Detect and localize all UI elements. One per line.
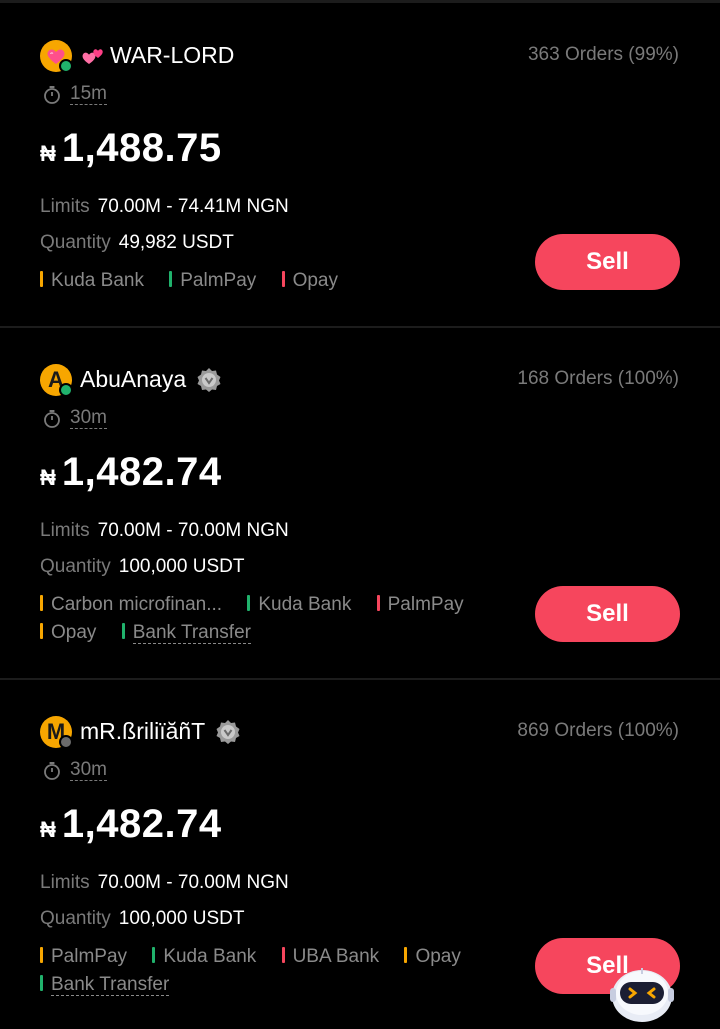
online-status-dot	[59, 59, 73, 73]
avatar[interactable]	[40, 40, 73, 73]
quantity-label: Quantity	[40, 232, 111, 253]
payment-methods: PalmPay Kuda Bank UBA Bank Opay Bank Tra…	[40, 943, 520, 999]
payment-method: PalmPay	[169, 267, 256, 295]
time-limit-value: 30m	[70, 759, 107, 781]
quantity-label: Quantity	[40, 556, 111, 577]
quantity-value: 100,000 USDT	[118, 908, 245, 929]
hearts-emoji-icon	[80, 45, 106, 67]
price: ₦ 1,482.74	[40, 802, 222, 847]
payment-time-limit: 30m	[42, 408, 107, 429]
payment-method: UBA Bank	[281, 943, 379, 971]
avatar[interactable]: M	[40, 716, 73, 749]
time-limit-value: 15m	[70, 83, 107, 105]
currency-symbol: ₦	[40, 817, 56, 842]
offer-card[interactable]: A AbuAnaya 168 Orders (100%) 30m ₦ 1,482…	[0, 328, 720, 678]
merchant-name[interactable]: WAR-LORD	[80, 42, 234, 69]
payment-method: PalmPay	[376, 591, 464, 619]
online-status-dot	[59, 383, 73, 397]
time-limit-value: 30m	[70, 407, 107, 429]
limits-label: Limits	[40, 520, 90, 541]
payment-time-limit: 15m	[42, 84, 107, 105]
payment-method: Opay	[404, 943, 461, 971]
payment-method: Kuda Bank	[152, 943, 256, 971]
limits-value: 70.00M - 74.41M NGN	[97, 196, 289, 217]
payment-methods: Kuda Bank PalmPay Opay	[40, 267, 520, 295]
price-value: 1,482.74	[61, 450, 222, 494]
price-value: 1,488.75	[61, 126, 222, 170]
price-value: 1,482.74	[61, 802, 222, 846]
assistant-bot-icon[interactable]	[608, 960, 676, 1024]
limits-label: Limits	[40, 196, 90, 217]
order-stats: 363 Orders (99%)	[527, 44, 679, 65]
quantity-row: Quantity 49,982 USDT	[40, 232, 234, 254]
payment-methods: Carbon microfinan... Kuda Bank PalmPay O…	[40, 591, 520, 647]
limits-row: Limits 70.00M - 74.41M NGN	[40, 196, 289, 218]
quantity-row: Quantity 100,000 USDT	[40, 908, 244, 930]
stopwatch-icon	[44, 85, 60, 104]
payment-method: Opay	[281, 267, 338, 295]
price: ₦ 1,482.74	[40, 450, 222, 495]
limits-row: Limits 70.00M - 70.00M NGN	[40, 520, 289, 542]
limits-label: Limits	[40, 872, 90, 893]
sell-button[interactable]: Sell	[535, 586, 680, 642]
limits-row: Limits 70.00M - 70.00M NGN	[40, 872, 289, 894]
limits-value: 70.00M - 70.00M NGN	[97, 872, 289, 893]
limits-value: 70.00M - 70.00M NGN	[97, 520, 289, 541]
merchant-name-text: mR.ßriliïăñT	[80, 718, 206, 744]
merchant-name[interactable]: AbuAnaya	[80, 366, 222, 393]
payment-method-link[interactable]: Bank Transfer	[40, 971, 170, 999]
quantity-row: Quantity 100,000 USDT	[40, 556, 244, 578]
payment-method: Carbon microfinan...	[40, 591, 222, 619]
quantity-value: 100,000 USDT	[118, 556, 245, 577]
offer-card[interactable]: WAR-LORD 363 Orders (99%) 15m ₦ 1,488.75…	[0, 4, 720, 326]
top-divider	[0, 0, 720, 3]
payment-method: Opay	[40, 619, 96, 647]
offline-status-dot	[59, 735, 73, 749]
sell-button[interactable]: Sell	[535, 234, 680, 290]
order-stats: 168 Orders (100%)	[517, 368, 679, 389]
stopwatch-icon	[44, 761, 60, 780]
avatar[interactable]: A	[40, 364, 73, 397]
merchant-name[interactable]: mR.ßriliïăñT	[80, 718, 241, 745]
verified-badge-icon	[216, 719, 240, 744]
currency-symbol: ₦	[40, 141, 56, 166]
quantity-value: 49,982 USDT	[118, 232, 234, 253]
order-stats: 869 Orders (100%)	[517, 720, 679, 741]
currency-symbol: ₦	[40, 465, 56, 490]
stopwatch-icon	[44, 409, 60, 428]
payment-method: Kuda Bank	[40, 267, 144, 295]
quantity-label: Quantity	[40, 908, 111, 929]
payment-method-link[interactable]: Bank Transfer	[121, 619, 251, 647]
price: ₦ 1,488.75	[40, 126, 222, 171]
payment-time-limit: 30m	[42, 760, 107, 781]
payment-method: Kuda Bank	[247, 591, 351, 619]
merchant-name-text: AbuAnaya	[80, 366, 187, 392]
payment-method: PalmPay	[40, 943, 127, 971]
merchant-name-text: WAR-LORD	[110, 42, 235, 68]
verified-badge-icon	[197, 367, 221, 392]
